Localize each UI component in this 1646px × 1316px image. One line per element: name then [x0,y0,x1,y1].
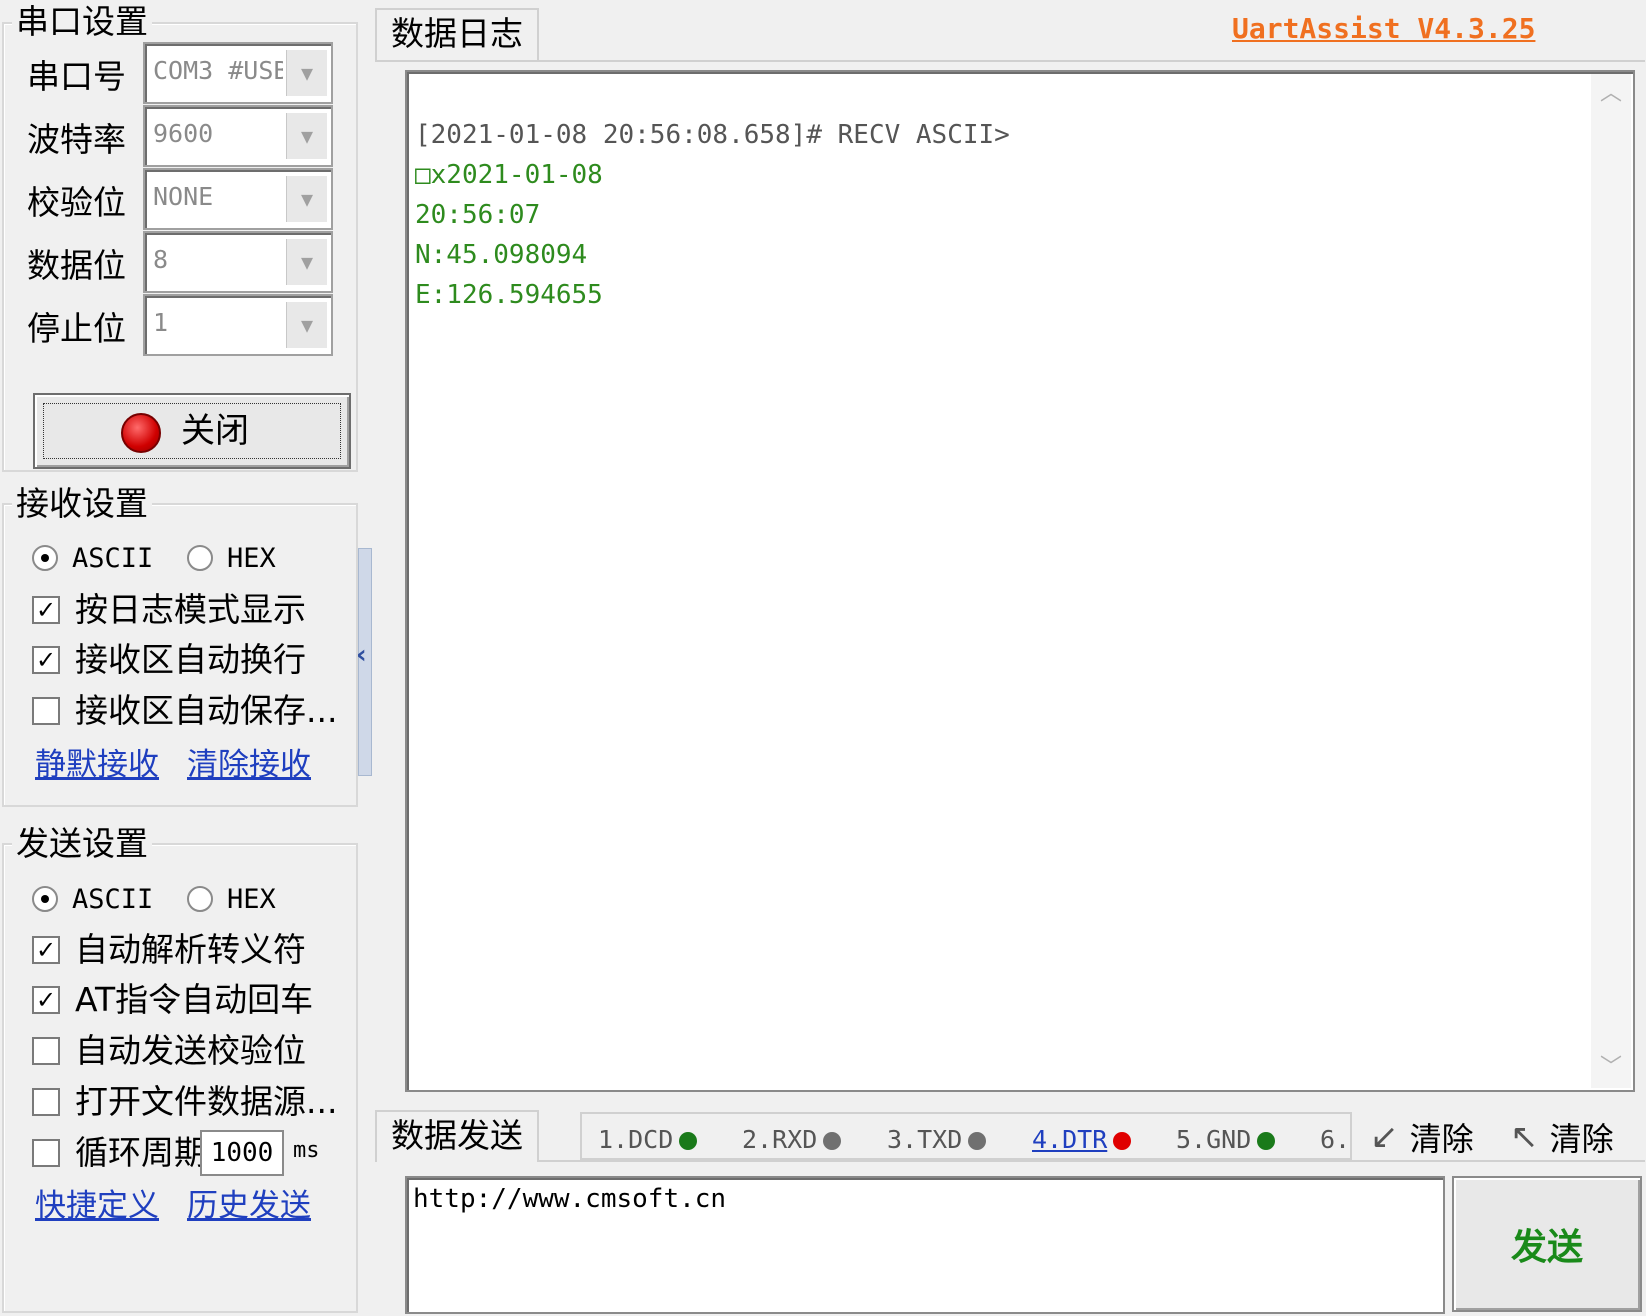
pin-gnd-led-icon [1257,1132,1276,1150]
pin-dcd-led-icon [679,1132,698,1150]
escape-parse-checkbox[interactable]: ✓ [32,936,60,964]
send-input[interactable]: http://www.cmsoft.cn [405,1176,1445,1314]
tab-data-log[interactable]: 数据日志 [375,8,539,62]
file-source-label[interactable]: 打开文件数据源... [75,1082,337,1122]
pin-txd-led-icon [968,1132,987,1150]
port-select[interactable]: COM3 #USB ▼ [143,42,333,104]
receive-hex-radio[interactable] [187,545,213,571]
send-ascii-label[interactable]: ASCII [72,880,153,920]
scroll-down-icon[interactable]: ﹀ [1591,1048,1631,1088]
auto-wrap-checkbox[interactable]: ✓ [32,646,60,674]
chevron-down-icon[interactable]: ▼ [286,239,327,285]
clear-receive-button-label: 清除 [1409,1120,1474,1158]
history-send-link[interactable]: 历史发送 [187,1186,311,1226]
send-input-value: http://www.cmsoft.cn [413,1184,727,1214]
log-mode-label[interactable]: 按日志模式显示 [75,590,306,630]
baud-select[interactable]: 9600 ▼ [143,105,333,167]
baud-value: 9600 [153,119,214,148]
log-header-line: [2021-01-08 20:56:08.658]# RECV ASCII> [415,120,1010,150]
log-data-line: □x2021-01-08 [415,160,603,190]
clear-receive-link[interactable]: 清除接收 [187,745,311,785]
at-cr-label[interactable]: AT指令自动回车 [75,980,313,1020]
port-value: COM3 #USB [153,56,283,85]
close-port-label: 关闭 [181,411,249,451]
databits-value: 8 [153,245,169,274]
pin-txd-label: 3.TXD [887,1125,963,1154]
version-link[interactable]: UartAssist V4.3.25 [1232,12,1535,45]
send-settings-title: 发送设置 [12,824,152,864]
pin-rxd: 2.RXD [742,1120,842,1160]
baud-label: 波特率 [27,120,126,159]
stopbits-label: 停止位 [27,309,126,348]
file-source-checkbox[interactable] [32,1088,60,1116]
log-data-line: E:126.594655 [415,280,603,310]
log-scrollbar[interactable]: ︿ ﹀ [1591,74,1631,1088]
pin-6: 6. [1320,1125,1351,1154]
chevron-down-icon[interactable]: ▼ [286,302,327,348]
chevron-down-icon[interactable]: ▼ [286,176,327,222]
log-data-line: 20:56:07 [415,200,541,230]
send-ascii-radio[interactable] [32,886,58,912]
receive-ascii-label[interactable]: ASCII [72,539,153,579]
pin-rxd-label: 2.RXD [742,1125,818,1154]
shortcut-define-link[interactable]: 快捷定义 [35,1186,159,1226]
collapse-chevron-icon[interactable]: ‹ [356,640,367,670]
chevron-down-icon[interactable]: ▼ [286,113,327,159]
receive-ascii-radio[interactable] [32,545,58,571]
clear-send-button-label: 清除 [1549,1120,1614,1158]
auto-wrap-label[interactable]: 接收区自动换行 [75,640,306,680]
pin-txd: 3.TXD [887,1120,987,1160]
close-port-button[interactable]: 关闭 [33,393,351,469]
escape-parse-label[interactable]: 自动解析转义符 [75,930,306,970]
arrow-down-icon: ↙ [1370,1117,1399,1157]
log-mode-checkbox[interactable]: ✓ [32,596,60,624]
pin-dtr[interactable]: 4.DTR [1032,1120,1132,1160]
pin-rxd-led-icon [823,1132,842,1150]
pin-dtr-label[interactable]: 4.DTR [1032,1125,1107,1154]
pin-dcd: 1.DCD [598,1120,698,1160]
parity-label: 校验位 [27,183,126,222]
auto-checksum-label[interactable]: 自动发送校验位 [75,1031,306,1071]
databits-label: 数据位 [27,246,126,285]
chevron-down-icon[interactable]: ▼ [286,50,327,96]
tab-data-send[interactable]: 数据发送 [375,1110,539,1162]
cycle-checkbox[interactable] [32,1139,60,1167]
stopbits-value: 1 [153,308,169,337]
parity-select[interactable]: NONE ▼ [143,168,333,230]
pin-gnd-label: 5.GND [1176,1125,1252,1154]
auto-save-label[interactable]: 接收区自动保存... [75,691,337,731]
receive-settings-title: 接收设置 [12,484,152,524]
parity-value: NONE [153,182,214,211]
send-hex-radio[interactable] [187,886,213,912]
clear-receive-button[interactable]: ↙ 清除 [1370,1114,1474,1162]
serial-settings-title: 串口设置 [12,2,152,42]
silent-receive-link[interactable]: 静默接收 [35,745,159,785]
pin-dtr-led-icon [1113,1132,1132,1150]
pin-dcd-label: 1.DCD [598,1125,674,1154]
port-label: 串口号 [27,57,126,96]
pin-gnd: 5.GND [1176,1120,1276,1160]
cycle-label[interactable]: 循环周期 [75,1133,207,1173]
receive-log-area[interactable]: [2021-01-08 20:56:08.658]# RECV ASCII> □… [405,70,1635,1092]
databits-select[interactable]: 8 ▼ [143,231,333,293]
status-led-icon [121,413,161,453]
send-settings-group [2,843,358,1313]
cycle-period-input[interactable]: 1000 [200,1130,284,1176]
clear-send-button[interactable]: ↖ 清除 [1510,1114,1614,1162]
tab-strip-line [375,60,1645,62]
log-data-line: N:45.098094 [415,240,588,270]
auto-save-checkbox[interactable] [32,697,60,725]
receive-hex-label[interactable]: HEX [227,539,276,579]
send-hex-label[interactable]: HEX [227,880,276,920]
cycle-unit-label: ms [293,1138,320,1163]
at-cr-checkbox[interactable]: ✓ [32,986,60,1014]
stopbits-select[interactable]: 1 ▼ [143,294,333,356]
arrow-up-icon: ↖ [1510,1117,1539,1157]
send-button[interactable]: 发送 [1452,1176,1642,1312]
auto-checksum-checkbox[interactable] [32,1037,60,1065]
scroll-up-icon[interactable]: ︿ [1591,74,1631,114]
